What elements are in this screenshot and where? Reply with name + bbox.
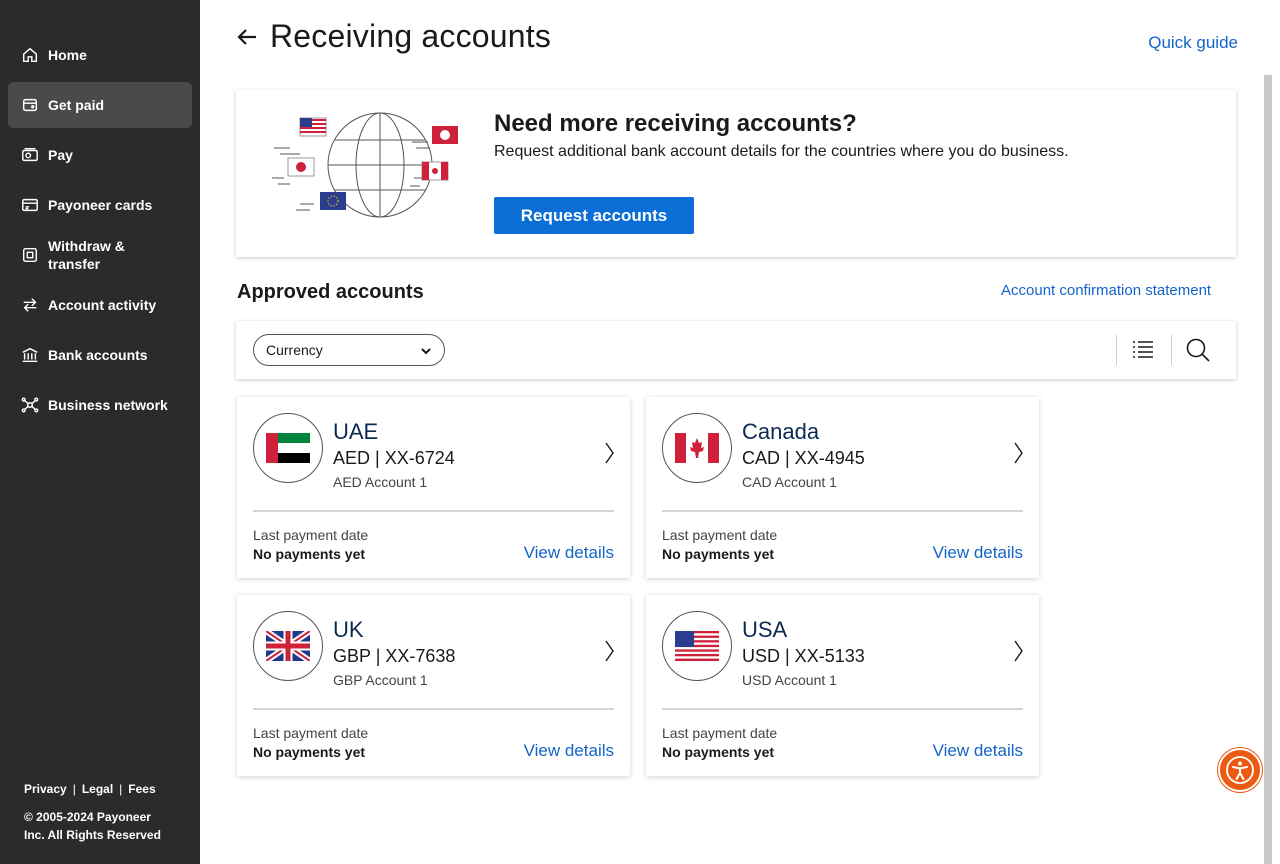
network-icon	[20, 395, 40, 415]
sidebar-item-label: Get paid	[48, 97, 105, 113]
sidebar: Home Get paid Pay Payoneer cards Withdra…	[0, 0, 200, 864]
last-payment-value: No payments yet	[662, 744, 775, 760]
withdraw-icon	[20, 245, 40, 265]
request-accounts-button[interactable]: Request accounts	[494, 197, 694, 234]
search-icon[interactable]	[1184, 336, 1212, 364]
promo-title: Need more receiving accounts?	[494, 110, 857, 137]
sidebar-item-get-paid[interactable]: Get paid	[8, 82, 192, 128]
bank-icon	[20, 345, 40, 365]
divider	[662, 510, 1023, 512]
privacy-link[interactable]: Privacy	[24, 780, 67, 798]
pay-icon	[20, 145, 40, 165]
account-name: AED Account 1	[333, 474, 428, 490]
account-country: Canada	[742, 419, 820, 444]
separator: |	[72, 782, 76, 796]
promo-subtitle: Request additional bank account details …	[494, 143, 1069, 160]
account-card-uae[interactable]: UAE AED | XX-6724 AED Account 1 Last pay…	[237, 397, 630, 578]
last-payment-value: No payments yet	[253, 546, 366, 562]
account-country: USA	[742, 617, 788, 642]
chevron-right-icon[interactable]	[604, 441, 616, 465]
sidebar-item-pay[interactable]: Pay	[8, 132, 192, 178]
sidebar-item-label: Payoneer cards	[48, 197, 153, 213]
transfer-arrows-icon	[20, 295, 40, 315]
sidebar-item-label: Withdraw & transfer	[48, 238, 125, 272]
sidebar-item-label: Home	[48, 47, 87, 63]
accessibility-button[interactable]	[1218, 748, 1262, 792]
fees-link[interactable]: Fees	[128, 780, 155, 798]
sidebar-nav: Home Get paid Pay Payoneer cards Withdra…	[8, 32, 192, 432]
last-payment-value: No payments yet	[662, 546, 775, 562]
wallet-icon	[20, 95, 40, 115]
promo-banner: Need more receiving accounts? Request ad…	[236, 90, 1236, 257]
account-number: CAD | XX-4945	[742, 448, 865, 468]
main-content: Receiving accounts Quick guide Need more…	[200, 0, 1272, 864]
globe-flags-icon	[272, 112, 458, 218]
chevron-right-icon[interactable]	[604, 639, 616, 663]
back-arrow-icon[interactable]	[236, 25, 260, 49]
chevron-down-icon	[420, 344, 432, 356]
usa-flag-icon	[662, 611, 732, 681]
last-payment-label: Last payment date	[253, 527, 369, 543]
chevron-right-icon[interactable]	[1013, 639, 1025, 663]
accessibility-icon	[1226, 756, 1254, 784]
view-details-link[interactable]: View details	[524, 543, 614, 563]
sidebar-item-account-activity[interactable]: Account activity	[8, 282, 192, 328]
sidebar-item-business-network[interactable]: Business network	[8, 382, 192, 428]
uae-flag-icon	[253, 413, 323, 483]
legal-link[interactable]: Legal	[82, 780, 113, 798]
divider	[662, 708, 1023, 710]
account-number: GBP | XX-7638	[333, 646, 456, 666]
account-country: UK	[333, 617, 364, 642]
divider	[1116, 335, 1117, 365]
page-header: Receiving accounts	[236, 18, 551, 55]
view-details-link[interactable]: View details	[933, 543, 1023, 563]
list-view-icon[interactable]	[1130, 337, 1156, 363]
account-card-canada[interactable]: Canada CAD | XX-4945 CAD Account 1 Last …	[646, 397, 1039, 578]
view-details-link[interactable]: View details	[524, 741, 614, 761]
account-country: UAE	[333, 419, 379, 444]
quick-guide-link[interactable]: Quick guide	[1148, 33, 1238, 53]
sidebar-item-withdraw-transfer[interactable]: Withdraw & transfer	[8, 232, 192, 278]
sidebar-item-label: Account activity	[48, 297, 157, 313]
approved-accounts-title: Approved accounts	[237, 281, 424, 303]
last-payment-label: Last payment date	[662, 527, 778, 543]
divider	[253, 510, 614, 512]
home-icon	[20, 45, 40, 65]
sidebar-item-label: Bank accounts	[48, 347, 148, 363]
account-name: GBP Account 1	[333, 672, 428, 688]
card-icon	[20, 195, 40, 215]
sidebar-footer: Privacy | Legal | Fees © 2005-2024 Payon…	[24, 780, 161, 844]
copyright-line-1: © 2005-2024 Payoneer	[24, 810, 151, 824]
copyright-line-2: Inc. All Rights Reserved	[24, 828, 161, 842]
page-title: Receiving accounts	[270, 18, 552, 54]
sidebar-item-bank-accounts[interactable]: Bank accounts	[8, 332, 192, 378]
account-number: USD | XX-5133	[742, 646, 865, 666]
last-payment-label: Last payment date	[662, 725, 778, 741]
chevron-right-icon[interactable]	[1013, 441, 1025, 465]
uk-flag-icon	[253, 611, 323, 681]
account-number: AED | XX-6724	[333, 448, 455, 468]
account-confirmation-link[interactable]: Account confirmation statement	[1001, 282, 1211, 299]
account-name: USD Account 1	[742, 672, 837, 688]
scrollbar[interactable]	[1264, 75, 1272, 864]
last-payment-label: Last payment date	[253, 725, 369, 741]
filter-bar: Currency	[236, 321, 1236, 379]
currency-filter-label: Currency	[266, 342, 323, 358]
account-card-uk[interactable]: UK GBP | XX-7638 GBP Account 1 Last paym…	[237, 595, 630, 776]
canada-flag-icon	[662, 413, 732, 483]
account-card-usa[interactable]: USA USD | XX-5133 USD Account 1 Last pay…	[646, 595, 1039, 776]
sidebar-item-label: Pay	[48, 147, 73, 163]
footer-links: Privacy | Legal | Fees	[24, 780, 161, 798]
divider	[1171, 335, 1172, 365]
currency-filter-select[interactable]: Currency	[253, 334, 445, 366]
divider	[253, 708, 614, 710]
sidebar-item-home[interactable]: Home	[8, 32, 192, 78]
account-name: CAD Account 1	[742, 474, 837, 490]
sidebar-item-payoneer-cards[interactable]: Payoneer cards	[8, 182, 192, 228]
view-details-link[interactable]: View details	[933, 741, 1023, 761]
sidebar-item-label: Business network	[48, 397, 168, 413]
separator: |	[119, 782, 123, 796]
last-payment-value: No payments yet	[253, 744, 366, 760]
